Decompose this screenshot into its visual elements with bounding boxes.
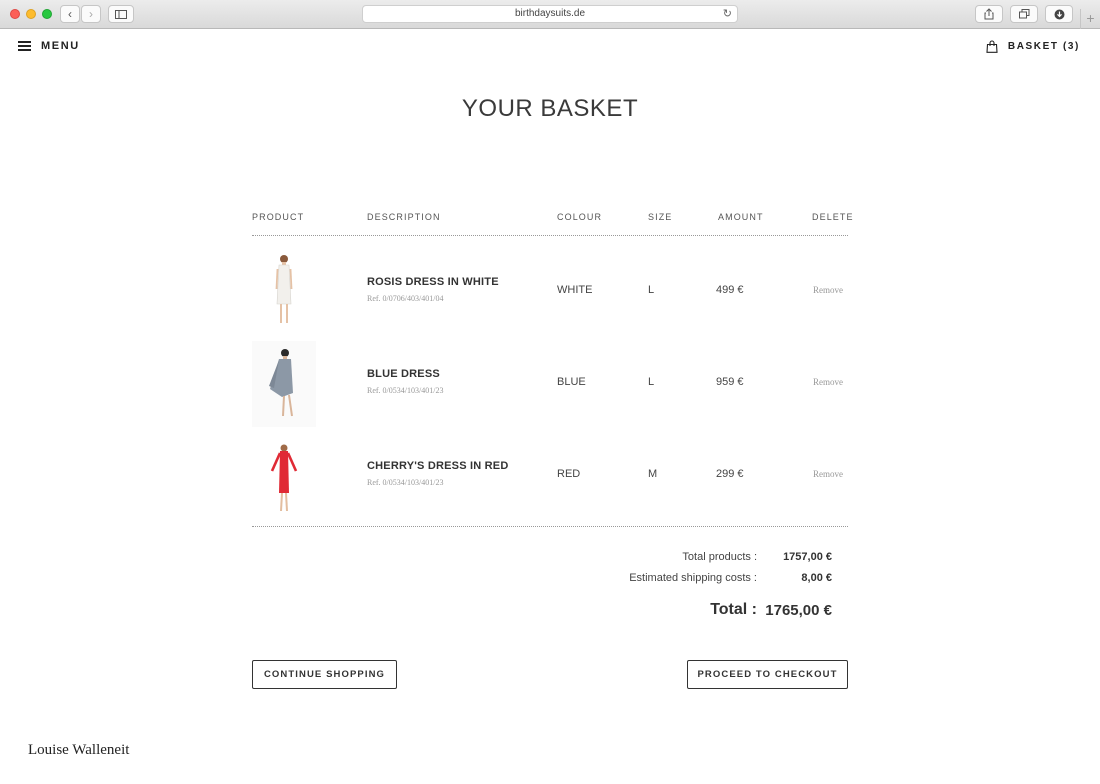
menu-button[interactable]: MENU xyxy=(18,40,80,52)
product-amount: 959 € xyxy=(716,376,744,388)
remove-button[interactable]: Remove xyxy=(813,285,843,295)
proceed-to-checkout-button[interactable]: PROCEED TO CHECKOUT xyxy=(687,660,848,689)
menu-label: MENU xyxy=(41,40,80,52)
remove-button[interactable]: Remove xyxy=(813,377,843,387)
table-divider xyxy=(252,526,848,527)
tabs-icon xyxy=(1018,9,1029,19)
column-header-size: SIZE xyxy=(648,212,673,222)
dress-shape xyxy=(276,264,292,305)
reload-icon[interactable]: ↻ xyxy=(723,6,732,22)
product-size: L xyxy=(648,376,655,388)
total-products-value: 1757,00 € xyxy=(783,551,832,563)
brand-logo[interactable]: Louise Walleneit xyxy=(28,742,129,759)
total-products-label: Total products : xyxy=(682,551,757,563)
download-icon xyxy=(1054,9,1064,19)
tabs-overview-button[interactable] xyxy=(1010,5,1038,23)
product-colour: BLUE xyxy=(557,376,586,388)
column-header-colour: COLOUR xyxy=(557,212,603,222)
minimize-window-button[interactable] xyxy=(26,9,36,19)
product-colour: WHITE xyxy=(557,284,593,296)
column-header-description: DESCRIPTION xyxy=(367,212,441,222)
product-image[interactable] xyxy=(252,341,316,427)
shopping-bag-icon xyxy=(986,40,998,53)
table-row: CHERRY'S DRESS IN RED Ref. 0/0534/103/40… xyxy=(0,433,1100,523)
share-icon xyxy=(984,8,994,20)
column-header-amount: AMOUNT xyxy=(718,212,764,222)
product-amount: 299 € xyxy=(716,468,744,480)
table-row: BLUE DRESS Ref. 0/0534/103/401/23 BLUE L… xyxy=(0,341,1100,431)
address-bar[interactable]: birthdaysuits.de ↻ xyxy=(362,5,738,23)
chevron-right-icon: › xyxy=(89,7,93,21)
continue-shopping-button[interactable]: CONTINUE SHOPPING xyxy=(252,660,397,689)
forward-button[interactable]: › xyxy=(81,5,101,23)
product-size: M xyxy=(648,468,658,480)
grand-total-value: 1765,00 € xyxy=(765,602,832,619)
hamburger-icon xyxy=(18,41,31,51)
url-text: birthdaysuits.de xyxy=(514,8,586,19)
shipping-costs-value: 8,00 € xyxy=(801,572,832,584)
product-amount: 499 € xyxy=(716,284,744,296)
column-header-delete: DELETE xyxy=(812,212,854,222)
remove-button[interactable]: Remove xyxy=(813,469,843,479)
zoom-window-button[interactable] xyxy=(42,9,52,19)
column-header-product: PRODUCT xyxy=(252,212,305,222)
product-name[interactable]: CHERRY'S DRESS IN RED xyxy=(367,460,509,472)
shipping-costs-label: Estimated shipping costs : xyxy=(629,572,757,584)
product-ref: Ref. 0/0534/103/401/23 xyxy=(367,478,444,487)
dress-shape xyxy=(279,451,289,493)
product-name[interactable]: ROSIS DRESS IN WHITE xyxy=(367,276,499,288)
close-window-button[interactable] xyxy=(10,9,20,19)
product-colour: RED xyxy=(557,468,581,480)
sidebar-toggle-button[interactable] xyxy=(108,5,134,23)
table-row: ROSIS DRESS IN WHITE Ref. 0/0706/403/401… xyxy=(0,249,1100,339)
product-size: L xyxy=(648,284,655,296)
chevron-left-icon: ‹ xyxy=(68,7,72,21)
back-button[interactable]: ‹ xyxy=(60,5,80,23)
page-title: YOUR BASKET xyxy=(461,95,639,122)
sidebar-icon xyxy=(115,9,127,19)
table-divider xyxy=(252,235,848,236)
browser-toolbar: ‹ › birthdaysuits.de ↻ + xyxy=(0,0,1100,29)
share-button[interactable] xyxy=(975,5,1003,23)
basket-link[interactable]: BASKET (3) xyxy=(986,40,1080,53)
product-name[interactable]: BLUE DRESS xyxy=(367,368,440,380)
product-image[interactable] xyxy=(252,433,316,519)
product-ref: Ref. 0/0706/403/401/04 xyxy=(367,294,444,303)
grand-total-label: Total : xyxy=(710,601,757,618)
new-tab-button[interactable]: + xyxy=(1080,9,1100,29)
basket-label: BASKET (3) xyxy=(1007,41,1080,52)
downloads-button[interactable] xyxy=(1045,5,1073,23)
product-image[interactable] xyxy=(252,249,316,335)
product-ref: Ref. 0/0534/103/401/23 xyxy=(367,386,444,395)
